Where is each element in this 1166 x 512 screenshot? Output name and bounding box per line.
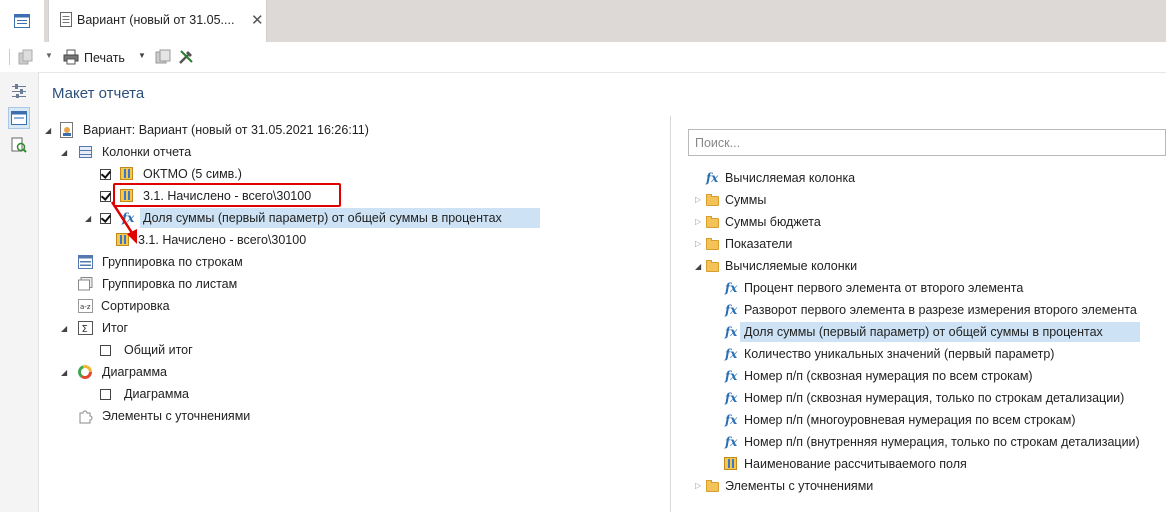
group-rows-icon xyxy=(78,255,93,269)
donut-chart-icon xyxy=(78,365,92,379)
preview-button[interactable] xyxy=(8,134,30,156)
formula-icon: fx xyxy=(725,303,738,317)
svg-text:a-z: a-z xyxy=(80,303,91,311)
expand-icon[interactable]: ◢ xyxy=(85,209,91,229)
printer-icon xyxy=(63,49,79,65)
sort-icon: a-z xyxy=(78,299,93,313)
formula-icon: fx xyxy=(725,369,738,383)
sheets-icon xyxy=(78,277,93,291)
export-icon[interactable] xyxy=(155,49,171,65)
page-title: Макет отчета xyxy=(52,85,145,102)
properties-button[interactable] xyxy=(8,80,30,102)
dropdown-arrow-icon[interactable]: ▼ xyxy=(45,51,53,60)
search-placeholder: Поиск... xyxy=(695,136,741,150)
print-button[interactable]: Печать xyxy=(84,51,125,65)
preview-icon xyxy=(11,137,27,153)
collapsed-icon[interactable]: ▷ xyxy=(695,234,701,254)
puzzle-icon xyxy=(79,410,93,424)
tab-document[interactable]: Вариант (новый от 31.05.... ✕ xyxy=(48,0,267,42)
expand-icon[interactable]: ◢ xyxy=(45,121,51,141)
layout-icon xyxy=(11,111,27,125)
chart-checkbox[interactable] xyxy=(100,389,111,400)
expand-icon[interactable]: ◢ xyxy=(695,257,701,277)
pane-divider[interactable] xyxy=(670,116,671,512)
formula-icon: fx xyxy=(725,391,738,405)
collapsed-icon[interactable]: ▷ xyxy=(695,212,701,232)
expand-icon[interactable]: ◢ xyxy=(61,363,67,383)
side-toolbar xyxy=(0,72,39,512)
formula-icon: fx xyxy=(725,281,738,295)
print-dropdown-icon[interactable]: ▼ xyxy=(138,51,146,60)
column-checkbox[interactable] xyxy=(100,169,111,180)
sliders-icon xyxy=(12,84,26,98)
layout-button[interactable] xyxy=(8,107,30,129)
folder-icon xyxy=(706,480,719,492)
close-tab-icon[interactable]: ✕ xyxy=(251,11,264,29)
expand-icon[interactable]: ◢ xyxy=(61,319,67,339)
formula-icon: fx xyxy=(725,413,738,427)
svg-text:Σ: Σ xyxy=(82,324,88,335)
settings-tools-icon[interactable] xyxy=(178,49,194,65)
formula-icon: fx xyxy=(725,435,738,449)
folder-icon xyxy=(706,216,719,228)
variant-icon xyxy=(60,122,73,138)
sum-icon: Σ xyxy=(78,321,93,335)
folder-icon xyxy=(706,238,719,250)
window-icon xyxy=(14,14,30,28)
home-button[interactable] xyxy=(0,0,44,42)
grand-total-checkbox[interactable] xyxy=(100,345,111,356)
column-icon xyxy=(120,167,133,180)
folder-open-icon xyxy=(706,260,719,272)
formula-icon: fx xyxy=(706,171,719,185)
collapsed-icon[interactable]: ▷ xyxy=(695,190,701,210)
tab-title: Вариант (новый от 31.05.... xyxy=(77,13,235,27)
collapsed-icon[interactable]: ▷ xyxy=(695,476,701,496)
formula-icon: fx xyxy=(725,347,738,361)
formula-icon: fx xyxy=(725,325,738,339)
annotation-arrow-icon xyxy=(110,201,137,244)
folder-icon xyxy=(706,194,719,206)
copy-icon[interactable] xyxy=(18,49,34,65)
table-icon xyxy=(79,146,92,158)
toolbar: ▼ Печать ▼ xyxy=(0,42,1166,73)
column-icon xyxy=(724,457,737,470)
toolbar-grip xyxy=(9,49,10,65)
expand-icon[interactable]: ◢ xyxy=(61,143,67,163)
document-icon xyxy=(60,12,72,27)
search-input[interactable]: Поиск... xyxy=(688,129,1166,156)
